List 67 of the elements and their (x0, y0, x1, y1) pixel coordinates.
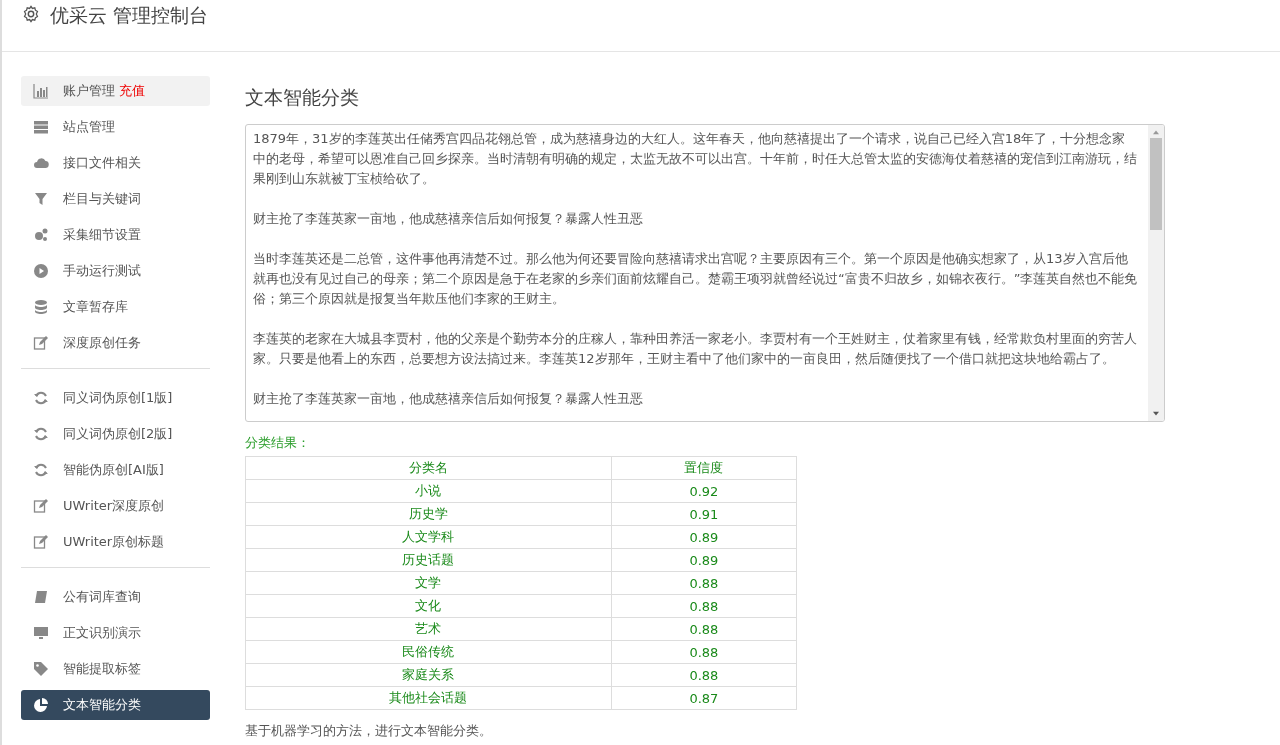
monitor-icon (33, 625, 49, 641)
table-cell: 0.92 (611, 479, 797, 503)
sidebar-item[interactable]: 智能提取标签 (21, 654, 210, 684)
settings-icon (22, 5, 40, 23)
edit-icon (33, 498, 49, 514)
sidebar-item[interactable]: 站点管理 (21, 112, 210, 142)
page-title: 文本智能分类 (245, 85, 360, 110)
sidebar-item[interactable]: 正文识别演示 (21, 618, 210, 648)
scrollbar[interactable] (1148, 125, 1164, 421)
sidebar-item[interactable]: 文章暂存库 (21, 292, 210, 322)
result-label: 分类结果： (245, 434, 311, 452)
sidebar-item[interactable]: UWriter深度原创 (21, 491, 210, 521)
sidebar-item[interactable]: UWriter原创标题 (21, 527, 210, 557)
pie-icon (33, 697, 49, 713)
table-cell: 0.88 (611, 663, 797, 687)
table-cell: 0.88 (611, 571, 797, 595)
gears-icon (33, 227, 49, 243)
tag-icon (33, 661, 49, 677)
edit-icon (33, 534, 49, 550)
table-cell: 0.91 (611, 502, 797, 526)
book-icon (33, 589, 49, 605)
cloud-icon (33, 155, 49, 171)
sidebar-item[interactable]: 同义词伪原创[1版] (21, 383, 210, 413)
filter-icon (33, 191, 49, 207)
table-cell: 人文学科 (245, 525, 612, 549)
table-cell: 艺术 (245, 617, 612, 641)
sidebar-item[interactable]: 文本智能分类 (21, 690, 210, 720)
scroll-down-icon[interactable] (1152, 411, 1160, 417)
sidebar-item[interactable]: 公有词库查询 (21, 582, 210, 612)
table-cell: 0.89 (611, 525, 797, 549)
sidebar-item[interactable]: 深度原创任务 (21, 328, 210, 358)
table-cell: 其他社会话题 (245, 686, 612, 710)
recharge-link[interactable]: 充值 (119, 82, 145, 100)
play-icon (33, 263, 49, 279)
table-cell: 小说 (245, 479, 612, 503)
table-cell: 民俗传统 (245, 640, 612, 664)
sidebar-item[interactable]: 智能伪原创[AI版] (21, 455, 210, 485)
sidebar-item[interactable]: 接口文件相关 (21, 148, 210, 178)
database-icon (33, 299, 49, 315)
chart-icon (33, 83, 49, 99)
sidebar-item[interactable]: 手动运行测试 (21, 256, 210, 286)
table-cell: 文学 (245, 571, 612, 595)
sidebar-item[interactable]: 账户管理 充值 (21, 76, 210, 106)
sidebar-item[interactable]: 同义词伪原创[2版] (21, 419, 210, 449)
sidebar-item[interactable]: 栏目与关键词 (21, 184, 210, 214)
table-cell: 历史学 (245, 502, 612, 526)
text-area[interactable]: 1879年，31岁的李莲英出任储秀宫四品花翎总管，成为慈禧身边的大红人。这年春天，他向慈禧提出了一个请求，说自己已经入宫18年了，十分想念家中的老母，希望可以恩准自己回乡探亲。当时清朝有明确的规定，太监无故不可以出宫。十年前，时任大总管太监的安德海仗着慈禧的宠信到江南游玩，结果刚到山东就被丁宝桢给砍了。 财主抢了李莲英家一亩地，他成慈禧亲信后如何报复？暴露人性丑恶 当时李莲英还是二总管，这件事他再清楚不过。那么他为何还要冒险向慈禧请求出宫呢？主要原因有三个。第一个原因是他确实想家了，从13岁入宫后他就再也没有见过自己的母亲；第二个原因是急于在老家的乡亲们面前炫耀自己。楚霸王项羽就曾经说过“富贵不归故乡，如锦衣夜行。”李莲英自然也不能免俗；第三个原因就是报复当年欺压他们李家的王财主。 李莲英的老家在大城县李贾村，他的父亲是个勤劳本分的庄稼人，靠种田养活一家老小。李贾村有一个王姓财主，仗着家里有钱，经常欺负村里面的穷苦人家。只要是他看上的东西，总要想方设法搞过来。李莲英12岁那年，王财主看中了他们家中的一亩良田，然后随便找了一个借口就把这块地给霸占了。 财主抢了李莲英家一亩地，他成慈禧亲信后如何报复？暴露人性丑恶 (245, 124, 1165, 422)
table-cell: 家庭关系 (245, 663, 612, 687)
edit-icon (33, 335, 49, 351)
server-icon (33, 119, 49, 135)
table-cell: 0.89 (611, 548, 797, 572)
description-text: 基于机器学习的方法，进行文本智能分类。 (245, 722, 493, 740)
refresh-icon (33, 462, 49, 478)
refresh-icon (33, 390, 49, 406)
table-cell: 0.88 (611, 640, 797, 664)
table-cell: 0.87 (611, 686, 797, 710)
column-header: 分类名 (245, 456, 612, 480)
refresh-icon (33, 426, 49, 442)
app-title: 优采云 管理控制台 (50, 4, 209, 26)
scroll-up-icon[interactable] (1152, 129, 1160, 135)
table-cell: 0.88 (611, 594, 797, 618)
sidebar-item[interactable]: 采集细节设置 (21, 220, 210, 250)
column-header: 置信度 (611, 456, 797, 480)
table-cell: 文化 (245, 594, 612, 618)
scrollbar-thumb[interactable] (1150, 138, 1162, 230)
table-cell: 历史话题 (245, 548, 612, 572)
table-cell: 0.88 (611, 617, 797, 641)
